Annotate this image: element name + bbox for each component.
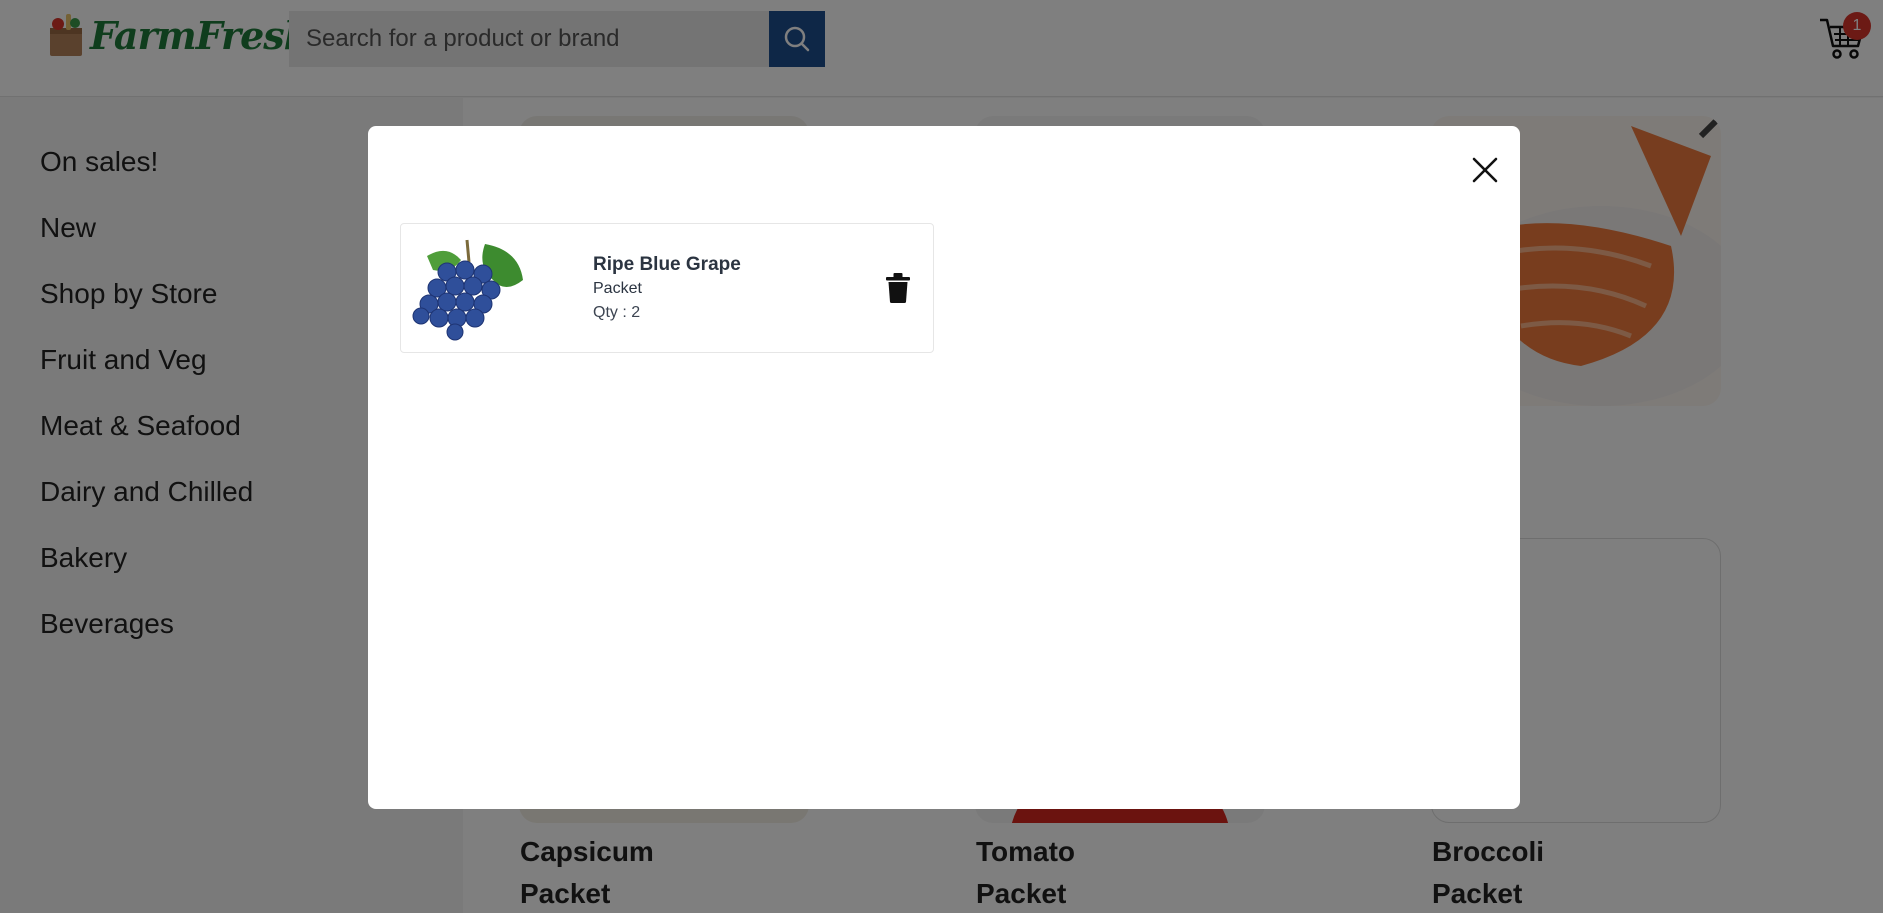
cart-item-pack: Packet	[593, 280, 642, 297]
cart-item-name: Ripe Blue Grape	[593, 254, 741, 275]
cart-modal: Ripe Blue Grape Packet Qty : 2	[368, 126, 1520, 809]
close-button[interactable]	[1467, 152, 1503, 188]
close-icon	[1472, 157, 1498, 183]
cart-item: Ripe Blue Grape Packet Qty : 2	[400, 223, 934, 353]
cart-item-qty: Qty : 2	[593, 304, 641, 321]
grape-product-image	[412, 239, 523, 341]
trash-icon[interactable]	[885, 272, 911, 304]
